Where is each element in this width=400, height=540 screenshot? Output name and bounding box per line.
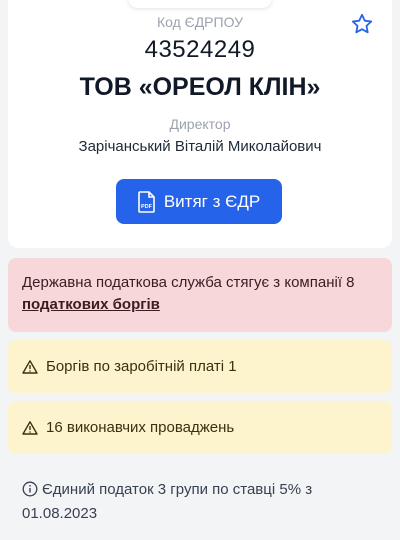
edrpou-code: 43524249 <box>144 36 256 63</box>
enforcement-alert: 16 виконавчих проваджень <box>8 401 392 454</box>
director-role-label: Директор <box>169 116 231 132</box>
director-name: Зарічанський Віталій Миколайович <box>78 138 322 155</box>
company-name: ТОВ «ОРЕОЛ КЛІН» <box>79 73 321 101</box>
svg-text:PDF: PDF <box>141 204 153 210</box>
tax-debt-alert: Державна податкова служба стягує з компа… <box>8 258 392 332</box>
warning-icon <box>22 420 38 435</box>
edrpou-label: Код ЄДРПОУ <box>156 14 244 30</box>
tax-info: Єдиний податок 3 групи по ставці 5% з 01… <box>8 462 392 532</box>
tax-debts-link[interactable]: податкових боргів <box>22 296 160 313</box>
extract-edr-button[interactable]: PDF Витяг з ЄДР <box>116 179 282 224</box>
extract-edr-label: Витяг з ЄДР <box>163 191 261 211</box>
info-icon <box>22 481 38 497</box>
tax-info-text: Єдиний податок 3 групи по ставці 5% з 01… <box>22 481 313 522</box>
salary-debt-alert: Боргів по заробітній платі 1 <box>8 340 392 393</box>
tax-debt-text: Державна податкова служба стягує з компа… <box>22 274 355 291</box>
salary-debt-text: Боргів по заробітній платі 1 <box>46 357 237 375</box>
enforcement-text: 16 виконавчих проваджень <box>46 418 235 436</box>
warning-icon <box>22 359 38 374</box>
pdf-icon: PDF <box>138 190 155 213</box>
sheet-handle <box>128 0 272 8</box>
